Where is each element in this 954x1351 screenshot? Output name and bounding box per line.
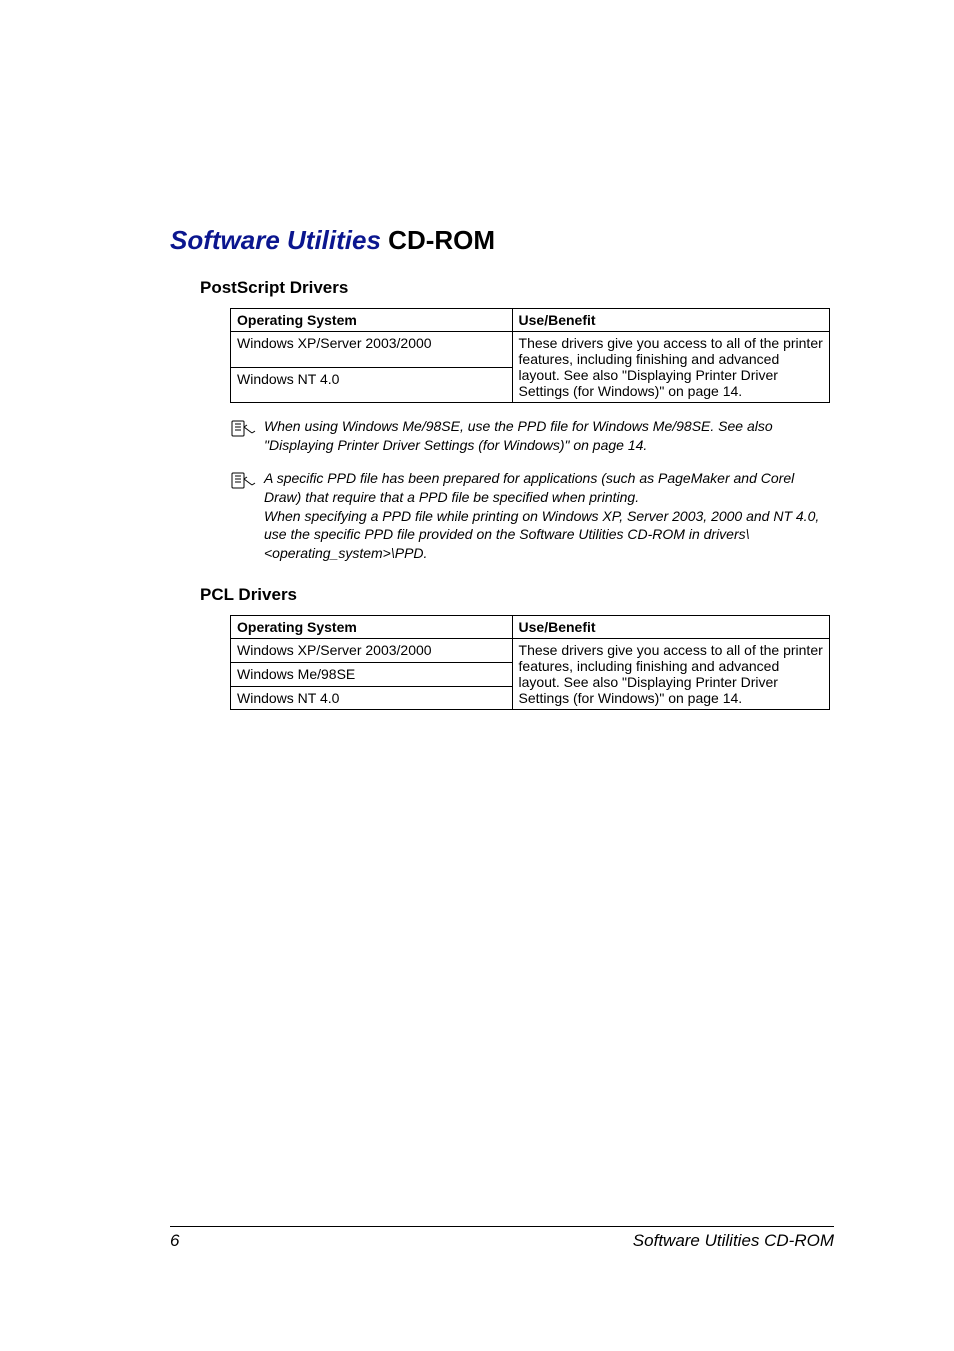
footer-line: 6 Software Utilities CD-ROM: [170, 1226, 834, 1251]
note-block-2: A specific PPD file has been prepared fo…: [230, 469, 830, 563]
postscript-table: Operating System Use/Benefit Windows XP/…: [230, 308, 830, 403]
footer-title: Software Utilities CD-ROM: [633, 1231, 834, 1251]
ps-col1-header: Operating System: [231, 309, 513, 332]
ps-col2-header: Use/Benefit: [512, 309, 829, 332]
note-text-1: When using Windows Me/98SE, use the PPD …: [264, 417, 830, 455]
ps-row2-os: Windows NT 4.0: [231, 367, 513, 403]
ps-benefit-cell: These drivers give you access to all of …: [512, 332, 829, 403]
footer: 6 Software Utilities CD-ROM: [170, 1226, 834, 1251]
note-icon: [230, 469, 264, 563]
pcl-row3-os: Windows NT 4.0: [231, 686, 513, 710]
note-block-1: When using Windows Me/98SE, use the PPD …: [230, 417, 830, 455]
table-header-row: Operating System Use/Benefit: [231, 616, 830, 639]
heading-rest: CD-ROM: [381, 225, 495, 255]
table-row: Windows XP/Server 2003/2000 These driver…: [231, 332, 830, 368]
pcl-table: Operating System Use/Benefit Windows XP/…: [230, 615, 830, 710]
postscript-heading: PostScript Drivers: [200, 278, 834, 298]
pcl-benefit-cell: These drivers give you access to all of …: [512, 639, 829, 710]
pcl-col1-header: Operating System: [231, 616, 513, 639]
section-gap: [170, 563, 834, 585]
ps-row1-os: Windows XP/Server 2003/2000: [231, 332, 513, 368]
pcl-row1-os: Windows XP/Server 2003/2000: [231, 639, 513, 663]
main-heading: Software Utilities CD-ROM: [170, 225, 834, 256]
note-text-2: A specific PPD file has been prepared fo…: [264, 469, 830, 563]
heading-italic: Software Utilities: [170, 225, 381, 255]
page: Software Utilities CD-ROM PostScript Dri…: [0, 0, 954, 1351]
pcl-col2-header: Use/Benefit: [512, 616, 829, 639]
table-row: Windows XP/Server 2003/2000 These driver…: [231, 639, 830, 663]
table-header-row: Operating System Use/Benefit: [231, 309, 830, 332]
pcl-row2-os: Windows Me/98SE: [231, 662, 513, 686]
note-icon: [230, 417, 264, 455]
footer-page-number: 6: [170, 1231, 179, 1251]
pcl-heading: PCL Drivers: [200, 585, 834, 605]
